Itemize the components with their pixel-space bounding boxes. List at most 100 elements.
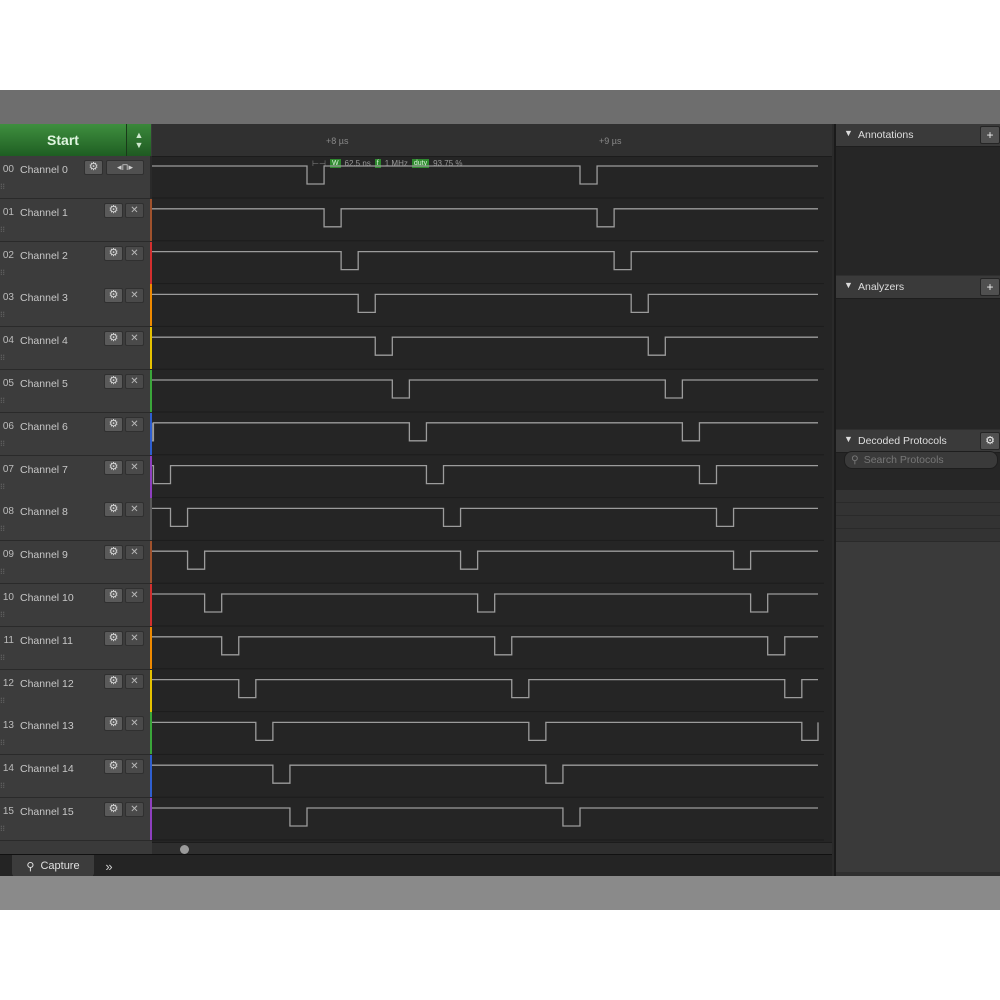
time-ruler[interactable]: +8 µs +9 µs ⊢⊣ W 62.5 ns f 1 MHz duty 93… (152, 124, 832, 168)
channel-row[interactable]: 05 ⁝⁝ Channel 5 ⚙ ✕ (0, 370, 153, 413)
drag-handle-icon[interactable]: ⁝⁝ (0, 653, 12, 662)
trigger-icon[interactable]: ◂⊓▸ (106, 160, 144, 175)
channel-number: 09 (2, 549, 14, 561)
drag-handle-icon[interactable]: ⁝⁝ (0, 439, 12, 448)
gear-icon[interactable]: ⚙ (104, 331, 123, 347)
close-icon[interactable]: ✕ (125, 502, 144, 518)
close-icon[interactable]: ✕ (125, 673, 144, 689)
channel-row[interactable]: 03 ⁝⁝ Channel 3 ⚙ ✕ (0, 284, 153, 328)
gear-icon[interactable]: ⚙ (104, 288, 123, 304)
channel-row[interactable]: 04 ⁝⁝ Channel 4 ⚙ ✕ (0, 327, 153, 371)
annotations-header[interactable]: ▼ Annotations + (836, 124, 1000, 147)
drag-handle-icon[interactable]: ⁝⁝ (0, 524, 12, 533)
channel-row[interactable]: 01 ⁝⁝ Channel 1 ⚙ ✕ (0, 198, 153, 242)
close-icon[interactable]: ✕ (125, 416, 144, 432)
gear-icon[interactable]: ⚙ (104, 245, 123, 261)
collapse-icon[interactable]: ▼ (844, 434, 853, 444)
channel-name: Channel 12 (20, 677, 74, 690)
close-icon[interactable]: ✕ (125, 630, 144, 646)
search-protocols-input[interactable]: ⚲ Search Protocols (844, 451, 998, 469)
drag-handle-icon[interactable]: ⁝⁝ (0, 781, 12, 790)
more-tabs-button[interactable]: » (96, 855, 122, 877)
add-annotation-button[interactable]: + (980, 126, 1000, 144)
scroll-thumb[interactable] (180, 845, 189, 854)
gear-icon[interactable]: ⚙ (104, 374, 123, 389)
drag-handle-icon[interactable]: ⁝⁝ (0, 353, 12, 362)
drag-handle-icon[interactable]: ⁝⁝ (0, 482, 12, 491)
close-icon[interactable]: ✕ (125, 374, 144, 389)
gear-icon[interactable]: ⚙ (104, 416, 123, 432)
channel-number: 01 (2, 206, 14, 218)
gear-icon[interactable]: ⚙ (104, 202, 123, 218)
close-icon[interactable]: ✕ (125, 759, 144, 775)
channel-row[interactable]: 12 ⁝⁝ Channel 12 ⚙ ✕ (0, 669, 153, 713)
gear-icon[interactable]: ⚙ (104, 759, 123, 775)
channel-name: Channel 3 (20, 292, 68, 305)
channel-row[interactable]: 06 ⁝⁝ Channel 6 ⚙ ✕ (0, 412, 153, 456)
channel-row[interactable]: 00 ⁝⁝ Channel 0 ⚙ ◂⊓▸ (0, 156, 153, 199)
waveform-area[interactable]: +8 µs +9 µs ⊢⊣ W 62.5 ns f 1 MHz duty 93… (152, 124, 980, 854)
close-icon[interactable]: ✕ (125, 716, 144, 732)
close-icon[interactable]: ✕ (125, 245, 144, 261)
gear-icon[interactable]: ⚙ (104, 588, 123, 603)
drag-handle-icon[interactable]: ⁝⁝ (0, 268, 12, 277)
gear-icon[interactable]: ⚙ (104, 630, 123, 646)
channel-name: Channel 10 (20, 592, 74, 604)
search-placeholder: Search Protocols (863, 454, 944, 466)
channel-row[interactable]: 13 ⁝⁝ Channel 13 ⚙ ✕ (0, 712, 153, 756)
close-icon[interactable]: ✕ (125, 588, 144, 603)
channel-row[interactable]: 11 ⁝⁝ Channel 11 ⚙ ✕ (0, 626, 153, 670)
close-icon[interactable]: ✕ (125, 459, 144, 475)
drag-handle-icon[interactable]: ⁝⁝ (0, 182, 12, 191)
gear-icon[interactable]: ⚙ (104, 502, 123, 518)
channel-row[interactable]: 09 ⁝⁝ Channel 9 ⚙ ✕ (0, 541, 153, 585)
collapse-icon[interactable]: ▼ (844, 128, 853, 138)
analyzers-header[interactable]: ▼ Analyzers + (836, 276, 1000, 299)
channel-row[interactable]: 08 ⁝⁝ Channel 8 ⚙ ✕ (0, 498, 153, 542)
gear-icon[interactable]: ⚙ (104, 802, 123, 817)
drag-handle-icon[interactable]: ⁝⁝ (0, 738, 12, 747)
close-icon[interactable]: ✕ (125, 288, 144, 304)
gear-icon[interactable]: ⚙ (104, 545, 123, 561)
collapse-icon[interactable]: ▼ (844, 280, 853, 290)
close-icon[interactable]: ✕ (125, 202, 144, 218)
close-icon[interactable]: ✕ (125, 802, 144, 817)
drag-handle-icon[interactable]: ⁝⁝ (0, 824, 12, 833)
channel-number: 00 (2, 164, 14, 175)
waveform-traces (152, 165, 824, 841)
close-icon[interactable]: ✕ (125, 545, 144, 561)
channel-number: 04 (2, 335, 14, 347)
decoded-protocols-header[interactable]: ▼ Decoded Protocols ⚙ (836, 430, 1000, 453)
drag-handle-icon[interactable]: ⁝⁝ (0, 310, 12, 319)
channel-number: 13 (2, 720, 14, 732)
drag-handle-icon[interactable]: ⁝⁝ (0, 696, 12, 705)
channel-number: 05 (2, 378, 14, 389)
drag-handle-icon[interactable]: ⁝⁝ (0, 396, 12, 405)
close-icon[interactable]: ✕ (125, 331, 144, 347)
gear-icon[interactable]: ⚙ (104, 716, 123, 732)
channel-row[interactable]: 10 ⁝⁝ Channel 10 ⚙ ✕ (0, 584, 153, 627)
tab-capture[interactable]: ⚲ Capture (12, 855, 94, 877)
search-icon: ⚲ (26, 860, 35, 873)
start-options-icon[interactable]: ▲ ▼ (127, 124, 151, 156)
channel-row[interactable]: 15 ⁝⁝ Channel 15 ⚙ ✕ (0, 798, 153, 841)
gear-icon[interactable]: ⚙ (84, 160, 103, 175)
bottom-tab-bar: ⚲ Capture » (0, 854, 832, 877)
channel-row[interactable]: 07 ⁝⁝ Channel 7 ⚙ ✕ (0, 455, 153, 499)
channel-row[interactable]: 02 ⁝⁝ Channel 2 ⚙ ✕ (0, 241, 153, 285)
title-bar (0, 90, 1000, 124)
add-analyzer-button[interactable]: + (980, 278, 1000, 296)
gear-icon[interactable]: ⚙ (104, 673, 123, 689)
channel-trace (152, 807, 818, 827)
analyzers-title: Analyzers (858, 281, 905, 293)
drag-handle-icon[interactable]: ⁝⁝ (0, 567, 12, 576)
main-window: Start ▲ ▼ 00 ⁝⁝ Channel 0 ⚙ ◂⊓▸ 01 ⁝⁝ Cha… (0, 124, 1000, 910)
gear-icon[interactable]: ⚙ (104, 459, 123, 475)
channel-trace (152, 764, 818, 784)
channel-row[interactable]: 14 ⁝⁝ Channel 14 ⚙ ✕ (0, 755, 153, 799)
channel-name: Channel 8 (20, 506, 68, 519)
gear-icon[interactable]: ⚙ (980, 432, 1000, 450)
start-button[interactable]: Start (0, 124, 127, 156)
drag-handle-icon[interactable]: ⁝⁝ (0, 610, 12, 619)
drag-handle-icon[interactable]: ⁝⁝ (0, 225, 12, 234)
